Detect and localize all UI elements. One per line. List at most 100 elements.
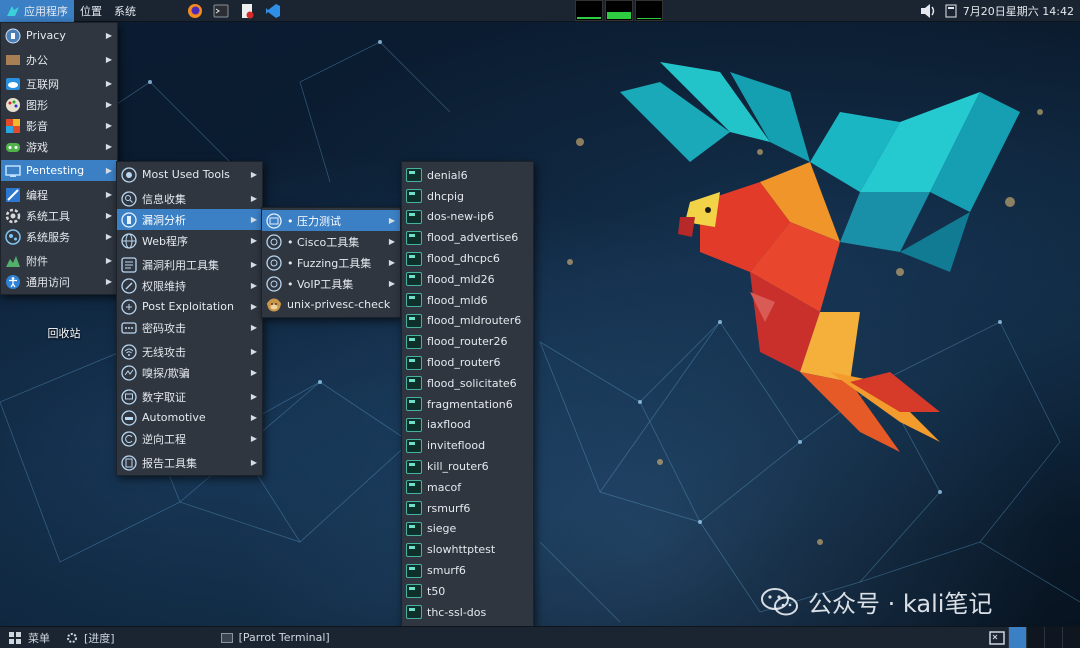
menu-item-accessories[interactable]: 附件 ▶ (1, 250, 117, 271)
menu-item-label: 数字取证 (142, 390, 186, 404)
menu-item-tool[interactable]: macof (402, 477, 533, 498)
menu-item-tool[interactable]: flood_router6 (402, 352, 533, 373)
games-icon (5, 139, 21, 155)
menu-item-tool[interactable]: slowhttptest (402, 539, 533, 560)
menu-item-reverse-engineering[interactable]: 逆向工程 ▶ (117, 428, 262, 449)
workspace-2[interactable] (1026, 627, 1044, 648)
clock[interactable]: 7月20日星期六 14:42 (963, 3, 1074, 19)
terminal-app-icon (406, 188, 422, 204)
menu-item-tool[interactable]: flood_router26 (402, 331, 533, 352)
network-monitor[interactable] (635, 0, 663, 21)
menu-item-forensics[interactable]: 数字取证 ▶ (117, 386, 262, 407)
menu-item-label: unix-privesc-check (287, 298, 391, 311)
workspace-4[interactable] (1062, 627, 1080, 648)
menu-item-post-exploitation[interactable]: Post Exploitation ▶ (117, 296, 262, 317)
terminal-app-icon (406, 251, 422, 267)
menu-item-vuln-analysis[interactable]: 漏洞分析 ▶ (117, 209, 262, 230)
trash-label[interactable]: 回收站 (30, 325, 98, 341)
post-exploitation-icon (121, 298, 137, 315)
menu-item-internet[interactable]: 互联网 ▶ (1, 73, 117, 94)
places-menu-button[interactable]: 位置 (74, 0, 108, 22)
terminal-task[interactable]: [Parrot Terminal] (213, 627, 338, 648)
submenu-arrow-icon: ▶ (250, 368, 257, 377)
vscode-launcher[interactable] (264, 2, 282, 20)
menu-item-accessibility[interactable]: 通用访问 ▶ (1, 271, 117, 292)
submenu-arrow-icon: ▶ (250, 260, 257, 269)
menu-item-tool[interactable]: flood_solicitate6 (402, 373, 533, 394)
menu-item-tool[interactable]: siege (402, 519, 533, 540)
menu-item-tool[interactable]: denial6 (402, 165, 533, 186)
submenu-arrow-icon: ▶ (250, 215, 257, 224)
menu-item-label: 互联网 (26, 77, 59, 91)
menu-item-privacy[interactable]: Privacy ▶ (1, 25, 117, 46)
menu-item-tool[interactable]: dhcpig (402, 186, 533, 207)
volume-icon[interactable] (919, 2, 939, 20)
menu-item-games[interactable]: 游戏 ▶ (1, 136, 117, 157)
menu-item-reporting-tools[interactable]: 报告工具集 ▶ (117, 452, 262, 473)
show-desktop-button[interactable] (986, 627, 1008, 648)
submenu-arrow-icon: ▶ (250, 413, 257, 422)
system-menu-button[interactable]: 系统 (108, 0, 142, 22)
menu-item-info-gathering[interactable]: 信息收集 ▶ (117, 188, 262, 209)
watermark: 公众号 · kali笔记 (760, 584, 992, 619)
menu-item-multimedia[interactable]: 影音 ▶ (1, 115, 117, 136)
memory-monitor[interactable] (605, 0, 633, 21)
menu-item-tool[interactable]: kill_router6 (402, 456, 533, 477)
menu-item-web-apps[interactable]: Web程序 ▶ (117, 230, 262, 251)
graphics-icon (5, 97, 21, 113)
menu-item-tool[interactable]: flood_advertise6 (402, 227, 533, 248)
main-menu-button[interactable]: 菜单 (0, 627, 58, 648)
menu-item-sniffing-spoofing[interactable]: 嗅探/欺骗 ▶ (117, 362, 262, 383)
menu-item-tool[interactable]: flood_mld26 (402, 269, 533, 290)
system-services-icon (5, 228, 21, 245)
terminal-launcher[interactable] (212, 2, 230, 20)
menu-item-tool[interactable]: rsmurf6 (402, 498, 533, 519)
menu-item-tool[interactable]: dos-new-ip6 (402, 207, 533, 228)
menu-item-password-attacks[interactable]: 密码攻击 ▶ (117, 317, 262, 338)
menu-item-maintaining-access[interactable]: 权限维持 ▶ (117, 275, 262, 296)
menu-item-programming[interactable]: 编程 ▶ (1, 184, 117, 205)
notes-icon[interactable] (945, 4, 957, 18)
menu-item-voip-tools[interactable]: • VoIP工具集 ▶ (262, 273, 400, 294)
cpu-monitor[interactable] (575, 0, 603, 21)
workspace-3[interactable] (1044, 627, 1062, 648)
menu-item-wireless-attacks[interactable]: 无线攻击 ▶ (117, 341, 262, 362)
progress-task[interactable]: [进度] (58, 627, 123, 648)
menu-item-automotive[interactable]: Automotive ▶ (117, 407, 262, 428)
show-desktop-icon (989, 631, 1005, 645)
menu-item-tool[interactable]: fragmentation6 (402, 394, 533, 415)
menu-item-graphics[interactable]: 图形 ▶ (1, 94, 117, 115)
menu-item-cisco-tools[interactable]: • Cisco工具集 ▶ (262, 231, 400, 252)
menu-item-tool[interactable]: flood_mld6 (402, 290, 533, 311)
document-launcher[interactable] (238, 2, 256, 20)
menu-item-tool[interactable]: thc-ssl-dos (402, 602, 533, 623)
menu-item-fuzzing-tools[interactable]: • Fuzzing工具集 ▶ (262, 252, 400, 273)
menu-item-most-used-tools[interactable]: Most Used Tools ▶ (117, 164, 262, 185)
menu-item-label: 游戏 (26, 140, 48, 154)
menu-item-label: macof (427, 480, 462, 494)
menu-item-office[interactable]: 办公 ▶ (1, 49, 117, 70)
menu-item-system-tools[interactable]: 系统工具 ▶ (1, 205, 117, 226)
terminal-app-icon (406, 292, 422, 308)
menu-item-stress-testing[interactable]: • 压力测试 ▶ (262, 210, 400, 231)
top-panel: 应用程序 位置 系统 7月20日星期六 14:42 (0, 0, 1080, 22)
menu-item-system-services[interactable]: 系统服务 ▶ (1, 226, 117, 247)
submenu-arrow-icon: ▶ (250, 281, 257, 290)
menu-item-pentesting[interactable]: Pentesting ▶ (1, 160, 117, 181)
menu-item-tool[interactable]: iaxflood (402, 415, 533, 436)
workspace-1[interactable] (1008, 627, 1026, 648)
submenu-arrow-icon: ▶ (105, 31, 112, 40)
menu-item-tool[interactable]: inviteflood (402, 435, 533, 456)
menu-item-tool[interactable]: flood_dhcpc6 (402, 248, 533, 269)
menu-item-exploitation[interactable]: 漏洞利用工具集 ▶ (117, 254, 262, 275)
menu-item-unix-privesc-check[interactable]: unix-privesc-check (262, 294, 400, 315)
applications-menu-button[interactable]: 应用程序 (0, 0, 74, 22)
parrot-menu-icon (7, 5, 19, 16)
menu-item-tool[interactable]: smurf6 (402, 560, 533, 581)
menu-item-tool[interactable]: flood_mldrouter6 (402, 311, 533, 332)
menu-item-tool[interactable]: t50 (402, 581, 533, 602)
workspace-switcher (986, 627, 1080, 648)
firefox-launcher[interactable] (186, 2, 204, 20)
menu-item-label: Most Used Tools (142, 168, 230, 181)
fuzzing-icon (266, 254, 282, 271)
